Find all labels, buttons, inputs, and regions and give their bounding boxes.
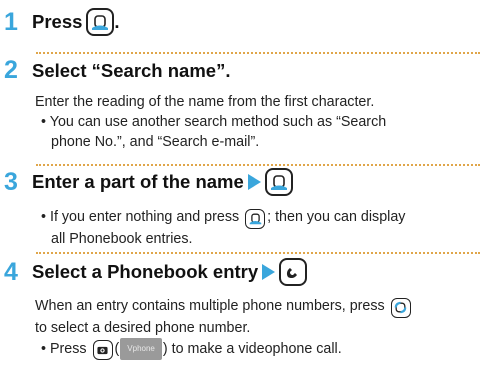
step-2-number: 2 xyxy=(4,56,18,84)
step-4-bullet-before: • Press xyxy=(41,340,87,357)
step-3-heading: 3 Enter a part of the name xyxy=(4,168,293,196)
divider xyxy=(36,252,480,254)
step-3-title: Enter a part of the name xyxy=(32,171,244,192)
step-4-text-line1: When an entry contains multiple phone nu… xyxy=(35,298,385,314)
step-2-bullet-line1: • You can use another search method such… xyxy=(41,114,387,130)
step-2-text: Enter the reading of the name from the f… xyxy=(35,94,375,110)
step-4-text-line2: to select a desired phone number. xyxy=(35,319,251,336)
step-1-number: 1 xyxy=(4,7,18,36)
step-3-bullet-line2: all Phonebook entries. xyxy=(51,230,193,247)
step-3-bullet-after: ; then you can display xyxy=(267,209,406,225)
step-2-heading: 2 Select “Search name”. xyxy=(4,58,230,83)
step-1-heading: 1 Press . xyxy=(4,8,120,36)
step-4-title: Select a Phonebook entry xyxy=(32,261,259,282)
step-2-body: Enter the reading of the name from the f… xyxy=(35,92,386,152)
search-key-icon xyxy=(245,208,266,229)
step-3-body: • If you enter nothing and press ; then … xyxy=(35,207,405,249)
divider xyxy=(36,164,480,166)
step-2-bullet-line2: phone No.”, and “Search e-mail”. xyxy=(51,134,260,150)
step-3-bullet-before: • If you enter nothing and press xyxy=(41,209,240,225)
step-4-heading: 4 Select a Phonebook entry xyxy=(4,257,308,286)
search-key-icon xyxy=(264,168,293,196)
step-1-title-suffix: . xyxy=(114,11,120,32)
multifunction-key-icon xyxy=(390,297,411,318)
arrow-icon xyxy=(247,174,261,190)
call-key-icon xyxy=(279,258,308,286)
search-key-icon xyxy=(86,8,115,36)
step-1-title: Press xyxy=(32,11,83,32)
step-4-body: When an entry contains multiple phone nu… xyxy=(35,296,413,360)
step-4-number: 4 xyxy=(4,257,18,286)
step-2-title: Select “Search name”. xyxy=(32,59,231,81)
vphone-soft-key: Vphone xyxy=(120,337,162,360)
camera-key-icon xyxy=(92,340,113,360)
arrow-icon xyxy=(262,264,276,280)
divider xyxy=(36,52,480,54)
step-4-bullet-after: ) to make a videophone call. xyxy=(162,340,342,357)
step-3-number: 3 xyxy=(4,167,18,196)
